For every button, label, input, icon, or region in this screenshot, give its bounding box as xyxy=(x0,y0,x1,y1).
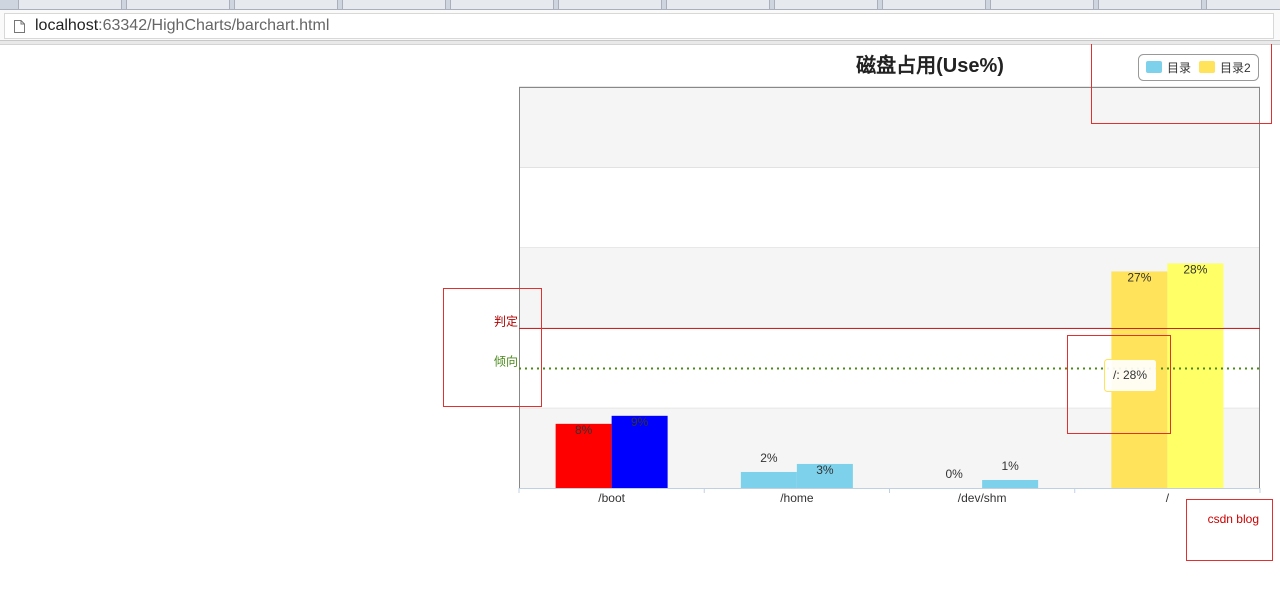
legend-swatch xyxy=(1199,61,1215,73)
browser-tab-strip xyxy=(0,0,1280,10)
legend-item-label: 目录 xyxy=(1167,61,1191,75)
browser-tab[interactable] xyxy=(1098,0,1202,9)
plot-band xyxy=(519,167,1260,248)
data-label: 28% xyxy=(1183,262,1207,276)
legend: 目录 目录2 xyxy=(1138,54,1259,81)
plot-line-label: 倾向 xyxy=(494,354,518,369)
data-label: 1% xyxy=(1001,459,1019,473)
page-icon xyxy=(14,20,25,33)
browser-tab[interactable] xyxy=(234,0,338,9)
x-tick-label: /dev/shm xyxy=(958,491,1007,505)
url-input[interactable]: localhost:63342/HighCharts/barchart.html xyxy=(4,13,1274,39)
data-label: 0% xyxy=(945,467,963,481)
browser-tab[interactable] xyxy=(126,0,230,9)
browser-tab[interactable] xyxy=(450,0,554,9)
chart-credits: csdn blog xyxy=(1208,512,1259,526)
browser-tab[interactable] xyxy=(18,0,122,9)
browser-tab[interactable] xyxy=(666,0,770,9)
legend-swatch xyxy=(1146,61,1162,73)
url-path: :63342/HighCharts/barchart.html xyxy=(98,17,330,34)
legend-item-label: 目录2 xyxy=(1220,61,1251,75)
browser-tab[interactable] xyxy=(342,0,446,9)
browser-tab[interactable] xyxy=(882,0,986,9)
x-tick-label: / xyxy=(1166,491,1170,505)
x-tick-label: /home xyxy=(780,491,814,505)
tooltip: /: 28% xyxy=(1104,359,1157,392)
browser-tab[interactable] xyxy=(990,0,1094,9)
bar xyxy=(982,479,1039,488)
browser-tab[interactable] xyxy=(774,0,878,9)
browser-tab[interactable] xyxy=(558,0,662,9)
data-label: 9% xyxy=(631,415,649,429)
bar xyxy=(740,471,797,488)
data-label: 3% xyxy=(816,463,834,477)
chart-container: /boot/home/dev/shm / 8% 2% 0% 27% 9% 3% 1% 28% 判定倾… xyxy=(0,44,1280,603)
data-label: 2% xyxy=(760,451,778,465)
browser-tab[interactable] xyxy=(1206,0,1280,9)
data-label: 27% xyxy=(1127,270,1151,284)
tooltip-text: /: 28% xyxy=(1113,368,1147,382)
data-label: 8% xyxy=(575,423,593,437)
plot-line-label: 判定 xyxy=(494,314,518,329)
annotation-highlight-box xyxy=(1186,499,1273,561)
url-text: localhost:63342/HighCharts/barchart.html xyxy=(35,17,329,35)
address-bar: localhost:63342/HighCharts/barchart.html xyxy=(0,10,1280,41)
bar xyxy=(1167,263,1224,488)
plot-band xyxy=(519,87,1260,168)
url-host: localhost xyxy=(35,17,99,34)
x-tick-label: /boot xyxy=(598,491,625,505)
bar-chart: /boot/home/dev/shm / 8% 2% 0% 27% 9% 3% 1% 28% 判定倾… xyxy=(443,44,1273,561)
chart-title: 磁盘占用(Use%) xyxy=(856,53,1004,77)
